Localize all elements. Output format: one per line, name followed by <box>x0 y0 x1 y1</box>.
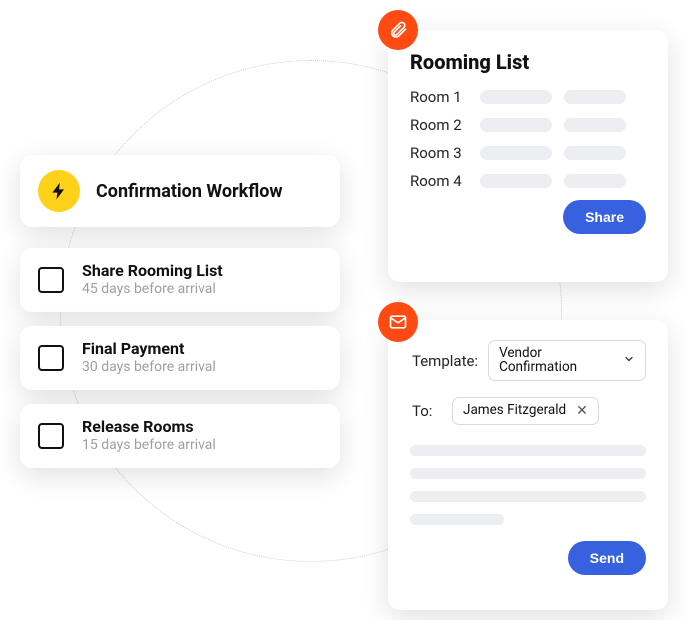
room-row: Room 2 <box>410 116 646 134</box>
task-subtitle: 45 days before arrival <box>82 281 223 299</box>
share-button[interactable]: Share <box>563 200 646 234</box>
room-label: Room 1 <box>410 88 480 106</box>
workflow-header-card: Confirmation Workflow <box>20 155 340 227</box>
task-subtitle: 30 days before arrival <box>82 359 216 377</box>
task-row[interactable]: Release Rooms 15 days before arrival <box>20 404 340 468</box>
task-row[interactable]: Final Payment 30 days before arrival <box>20 326 340 390</box>
room-row: Room 3 <box>410 144 646 162</box>
task-subtitle: 15 days before arrival <box>82 437 216 455</box>
placeholder-bar <box>480 90 552 104</box>
placeholder-bar <box>480 118 552 132</box>
placeholder-bar <box>564 118 626 132</box>
task-text: Release Rooms 15 days before arrival <box>82 417 216 455</box>
message-body-placeholder <box>410 445 646 525</box>
to-field-row: To: James Fitzgerald ✕ <box>410 397 646 425</box>
chevron-down-icon <box>623 353 635 369</box>
template-label: Template: <box>412 352 478 370</box>
task-text: Final Payment 30 days before arrival <box>82 339 216 377</box>
placeholder-bar <box>410 514 504 525</box>
composer-card: Template: Vendor Confirmation To: James … <box>388 320 668 610</box>
task-title: Final Payment <box>82 339 216 359</box>
mail-icon <box>378 302 418 342</box>
checkbox-icon[interactable] <box>38 423 64 449</box>
placeholder-bar <box>564 90 626 104</box>
task-row[interactable]: Share Rooming List 45 days before arriva… <box>20 248 340 312</box>
checkbox-icon[interactable] <box>38 267 64 293</box>
checkbox-icon[interactable] <box>38 345 64 371</box>
placeholder-bar <box>564 146 626 160</box>
placeholder-bar <box>410 468 646 479</box>
to-label: To: <box>412 402 442 420</box>
placeholder-bar <box>480 146 552 160</box>
template-field-row: Template: Vendor Confirmation <box>410 340 646 381</box>
placeholder-bar <box>480 174 552 188</box>
close-icon[interactable]: ✕ <box>576 404 588 418</box>
task-title: Release Rooms <box>82 417 216 437</box>
placeholder-bar <box>410 491 646 502</box>
recipient-name: James Fitzgerald <box>463 404 566 418</box>
task-text: Share Rooming List 45 days before arriva… <box>82 261 223 299</box>
placeholder-bar <box>564 174 626 188</box>
room-row: Room 1 <box>410 88 646 106</box>
placeholder-bar <box>410 445 646 456</box>
room-label: Room 2 <box>410 116 480 134</box>
rooming-list-card: Rooming List Room 1 Room 2 Room 3 Room 4… <box>388 30 668 282</box>
task-title: Share Rooming List <box>82 261 223 281</box>
template-value: Vendor Confirmation <box>499 347 613 374</box>
room-label: Room 3 <box>410 144 480 162</box>
template-select[interactable]: Vendor Confirmation <box>488 340 646 381</box>
recipient-chip[interactable]: James Fitzgerald ✕ <box>452 397 599 425</box>
bolt-icon <box>38 170 80 212</box>
rooming-list-title: Rooming List <box>410 50 646 74</box>
attachment-icon <box>378 10 418 50</box>
room-row: Room 4 <box>410 172 646 190</box>
workflow-title: Confirmation Workflow <box>96 181 283 202</box>
send-button[interactable]: Send <box>568 541 646 575</box>
room-label: Room 4 <box>410 172 480 190</box>
